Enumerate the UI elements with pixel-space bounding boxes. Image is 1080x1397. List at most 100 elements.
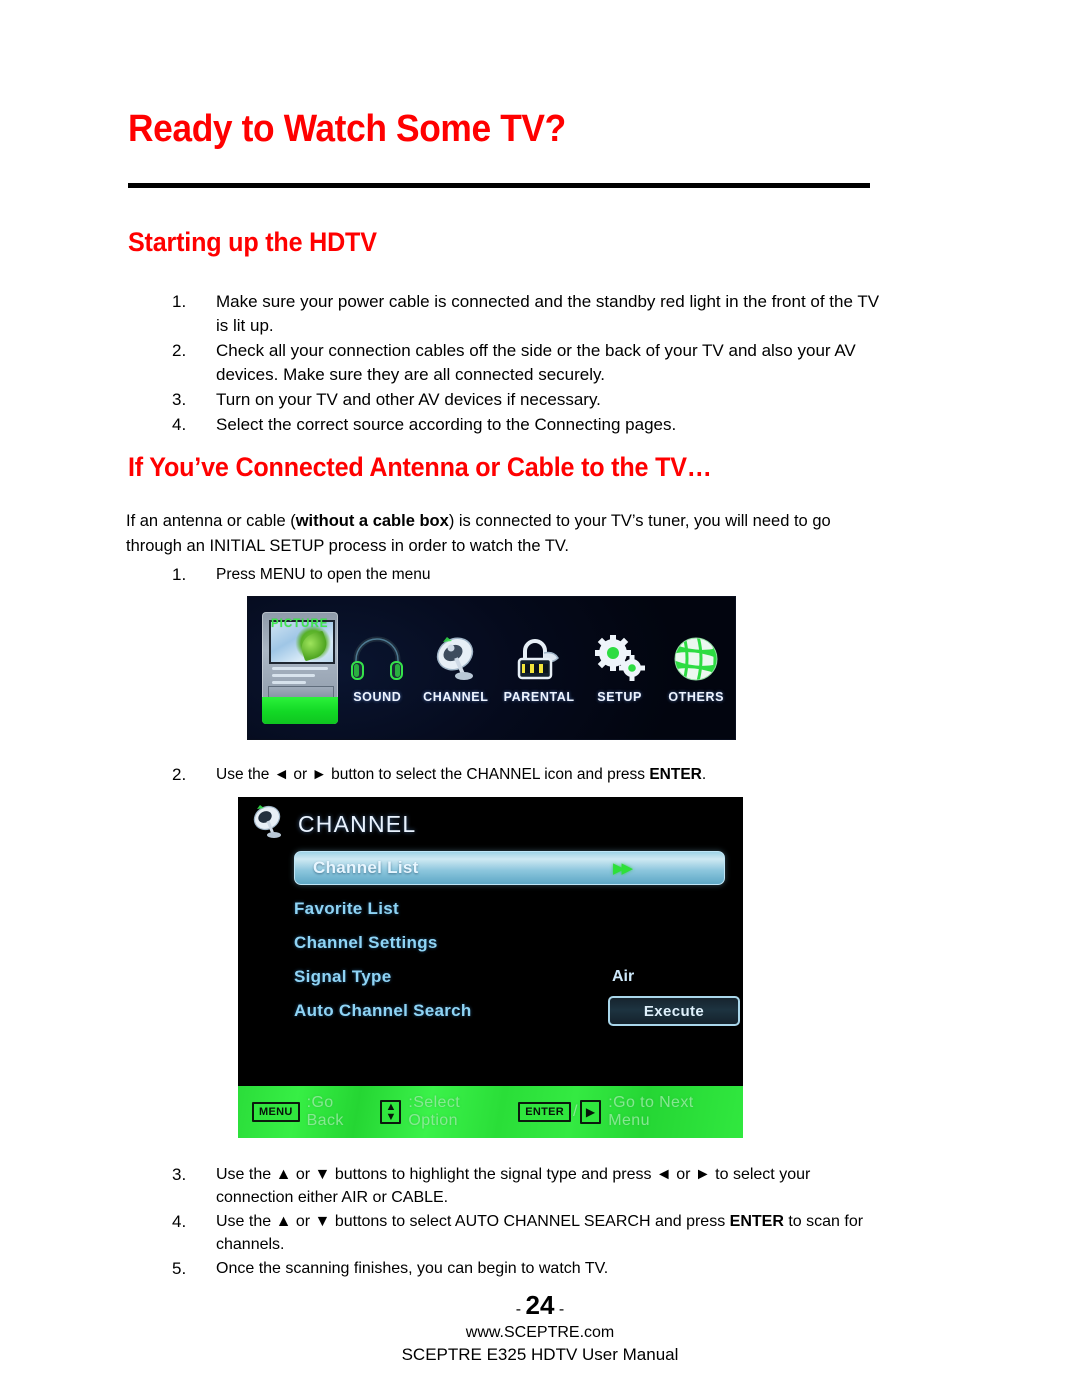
menu-item-channel[interactable]: CHANNEL xyxy=(415,597,496,739)
intro-text-bold: without a cable box xyxy=(295,512,449,530)
step4-text-bold: ENTER xyxy=(729,1213,784,1230)
list-item-text: Make sure your power cable is connected … xyxy=(216,292,880,335)
down-arrow-glyph: ▼ xyxy=(385,1111,397,1123)
page-title: Ready to Watch Some TV? xyxy=(128,108,566,150)
channel-menu-title: CHANNEL xyxy=(298,811,417,837)
list-item-number: 1. xyxy=(172,565,187,584)
channel-row-label: Signal Type xyxy=(294,967,392,986)
footer-enter-action: :Go to Next Menu xyxy=(608,1094,694,1129)
satellite-dish-icon xyxy=(427,632,485,686)
channel-menu-footer-bar: MENU :Go Back ▲ ▼ :Select Option ENTER /… xyxy=(238,1086,743,1138)
footer-website: www.SCEPTRE.com xyxy=(465,1324,615,1341)
step2-text-part2: . xyxy=(701,766,707,783)
channel-row-favorite-list[interactable]: Favorite List xyxy=(294,892,725,926)
list-item-text: Check all your connection cables off the… xyxy=(216,341,856,384)
list-item: 4. Use the ▲ or ▼ buttons to select AUTO… xyxy=(172,1210,882,1256)
menu-item-sound[interactable]: SOUND xyxy=(339,597,415,739)
double-right-arrow-icon: ▶▶ xyxy=(613,860,633,877)
leaf-graphic xyxy=(297,630,330,662)
step2-text-part1: Use the ◄ or ► button to select the CHAN… xyxy=(216,766,650,783)
intro-text-before: If an antenna or cable ( xyxy=(126,512,296,530)
menu-item-parental[interactable]: PARENTAL xyxy=(497,597,582,739)
channel-row-channel-settings[interactable]: Channel Settings xyxy=(294,926,725,960)
picture-icon: PICTURE xyxy=(261,612,338,724)
menu-item-label-picture: PICTURE xyxy=(270,618,329,630)
intro-paragraph: If an antenna or cable (without a cable … xyxy=(126,509,878,559)
menu-item-picture[interactable]: PICTURE xyxy=(260,597,339,739)
channel-menu-rows: Channel List ▶▶ Favorite List Channel Se… xyxy=(294,851,740,1028)
list-item-number: 2. xyxy=(172,341,187,360)
channel-row-channel-list[interactable]: Channel List ▶▶ xyxy=(294,851,725,885)
selected-highlight-bar xyxy=(261,697,338,724)
list-item-text: Turn on your TV and other AV devices if … xyxy=(216,390,601,409)
menu-item-label-setup: SETUP xyxy=(597,690,642,704)
headphones-icon xyxy=(348,632,406,686)
list-item-text: Use the ▲ or ▼ buttons to highlight the … xyxy=(216,1166,811,1206)
list-item-number: 1. xyxy=(172,292,187,311)
list-item-number: 3. xyxy=(172,390,187,409)
channel-menu-header: CHANNEL xyxy=(248,803,416,846)
list-item-number: 3. xyxy=(172,1165,187,1184)
signal-type-value: Air xyxy=(612,968,635,985)
list-item: 4. Select the correct source according t… xyxy=(172,413,882,437)
section-heading-antenna-cable: If You’ve Connected Antenna or Cable to … xyxy=(128,452,712,482)
globe-icon xyxy=(667,632,725,686)
list-item: 2. Use the ◄ or ► button to select the C… xyxy=(172,763,882,787)
page-number-value: 24 xyxy=(525,1290,555,1320)
list-item-number: 4. xyxy=(172,1212,187,1231)
page-number: - 24 - xyxy=(0,1290,1080,1321)
page-number-suffix: - xyxy=(554,1301,565,1318)
list-item: 5. Once the scanning finishes, you can b… xyxy=(172,1257,882,1281)
list-item: 3. Use the ▲ or ▼ buttons to highlight t… xyxy=(172,1163,882,1209)
page-number-prefix: - xyxy=(515,1301,526,1318)
startup-steps-list: 1. Make sure your power cable is connect… xyxy=(172,290,882,438)
enter-key-icon: ENTER xyxy=(518,1102,571,1122)
execute-button[interactable]: Execute xyxy=(608,996,740,1026)
channel-row-label: Channel List xyxy=(313,858,419,877)
slider-lines-graphic xyxy=(271,667,328,688)
channel-menu-screenshot: CHANNEL Channel List ▶▶ Favorite List Ch… xyxy=(238,797,743,1138)
menu-item-label-parental: PARENTAL xyxy=(503,690,575,704)
menu-item-setup[interactable]: SETUP xyxy=(582,597,658,739)
setup-steps-rest-list: 3. Use the ▲ or ▼ buttons to highlight t… xyxy=(172,1163,882,1282)
menu-item-label-channel: CHANNEL xyxy=(423,690,489,704)
list-item-text: Press MENU to open the menu xyxy=(216,566,431,583)
menu-item-others[interactable]: OTHERS xyxy=(657,597,735,739)
title-divider xyxy=(128,183,870,188)
channel-row-label: Auto Channel Search xyxy=(294,1001,472,1020)
list-item-text: Select the correct source according to t… xyxy=(216,415,677,434)
menu-key-icon: MENU xyxy=(252,1102,300,1122)
setup-step-1-list: 1. Press MENU to open the menu xyxy=(172,563,872,588)
up-down-arrows-icon: ▲ ▼ xyxy=(380,1100,402,1124)
step4-text-part1: Use the ▲ or ▼ buttons to select AUTO CH… xyxy=(216,1213,730,1230)
channel-row-label: Favorite List xyxy=(294,899,399,918)
footer-menu-action: :Go Back xyxy=(306,1094,344,1129)
list-item-text: Once the scanning finishes, you can begi… xyxy=(216,1260,609,1277)
list-item-text: Use the ◄ or ► button to select the CHAN… xyxy=(216,763,882,787)
footer-slash: / xyxy=(572,1103,578,1120)
list-item: 1. Make sure your power cable is connect… xyxy=(172,290,882,338)
list-item-number: 4. xyxy=(172,415,187,434)
satellite-dish-icon xyxy=(248,803,288,846)
padlock-icon xyxy=(510,632,568,686)
step2-text-bold: ENTER xyxy=(649,766,702,783)
right-arrow-key-icon: ▶ xyxy=(579,1100,602,1124)
list-item-text: Use the ▲ or ▼ buttons to select AUTO CH… xyxy=(216,1210,882,1256)
channel-row-label: Channel Settings xyxy=(294,933,438,952)
execute-button-label: Execute xyxy=(643,1002,705,1020)
list-item-number: 5. xyxy=(172,1259,187,1278)
gears-icon xyxy=(591,632,649,686)
channel-row-signal-type[interactable]: Signal Type Air xyxy=(294,960,725,994)
list-item: 1. Press MENU to open the menu xyxy=(172,563,872,587)
main-menu-icon-row: PICTURE SOUND CHANNEL PARENTAL SETUP OTH… xyxy=(248,597,735,739)
footer-updown-action: :Select Option xyxy=(408,1094,461,1129)
section-heading-starting-up: Starting up the HDTV xyxy=(128,227,377,257)
manual-page: Ready to Watch Some TV? Starting up the … xyxy=(0,0,1080,1397)
setup-step-2-list: 2. Use the ◄ or ► button to select the C… xyxy=(172,763,882,788)
menu-item-label-sound: SOUND xyxy=(353,690,402,704)
list-item: 3. Turn on your TV and other AV devices … xyxy=(172,388,882,412)
list-item-number: 2. xyxy=(172,765,187,784)
list-item: 2. Check all your connection cables off … xyxy=(172,339,882,387)
menu-item-label-others: OTHERS xyxy=(668,690,725,704)
channel-row-auto-channel-search[interactable]: Auto Channel Search Execute xyxy=(294,994,740,1028)
